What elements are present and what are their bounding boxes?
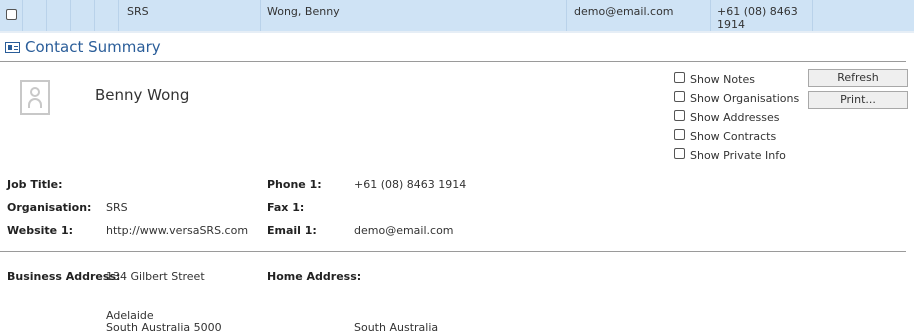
phone-cell: +61 (08) 8463 1914 — [711, 0, 813, 31]
grid-cell — [23, 0, 47, 31]
divider — [0, 61, 906, 62]
divider — [0, 251, 906, 252]
home-address-line3: South Australia — [354, 321, 439, 334]
business-address-line3: South Australia 5000 — [106, 321, 222, 334]
organisation-label: Organisation: — [7, 201, 92, 214]
website-label: Website 1: — [7, 224, 73, 237]
show-notes-label[interactable]: Show Notes — [690, 73, 755, 86]
contact-card-icon — [5, 42, 20, 53]
phone-value: +61 (08) 8463 1914 — [354, 178, 467, 191]
show-private-info-label[interactable]: Show Private Info — [690, 149, 786, 162]
contact-grid-row[interactable]: SRS Wong, Benny demo@email.com +61 (08) … — [0, 0, 914, 33]
email-label: Email 1: — [267, 224, 317, 237]
name-cell: Wong, Benny — [261, 0, 567, 31]
row-select-checkbox[interactable] — [6, 9, 17, 20]
website-value[interactable]: http://www.versaSRS.com — [106, 224, 248, 237]
grid-cell — [813, 0, 914, 31]
refresh-button[interactable]: Refresh — [808, 69, 908, 87]
show-contracts-checkbox[interactable] — [674, 129, 685, 140]
show-notes-checkbox[interactable] — [674, 72, 685, 83]
show-addresses-checkbox[interactable] — [674, 110, 685, 121]
grid-cell — [47, 0, 71, 31]
home-address-label: Home Address: — [267, 270, 362, 283]
email-text: demo@email.com — [574, 5, 674, 18]
avatar-body — [28, 98, 42, 108]
show-organisations-label[interactable]: Show Organisations — [690, 92, 799, 105]
company-text: SRS — [127, 5, 149, 18]
avatar-placeholder-icon — [20, 80, 50, 115]
print-button[interactable]: Print... — [808, 91, 908, 109]
row-select-cell — [0, 0, 23, 31]
phone-label: Phone 1: — [267, 178, 322, 191]
show-addresses-label[interactable]: Show Addresses — [690, 111, 779, 124]
organisation-value: SRS — [106, 201, 128, 214]
phone-text-line2: 1914 — [717, 18, 745, 31]
name-text: Wong, Benny — [267, 5, 340, 18]
business-address-label: Business Address: — [7, 270, 121, 283]
show-private-info-checkbox[interactable] — [674, 148, 685, 159]
email-cell: demo@email.com — [567, 0, 711, 31]
business-address-line1: 134 Gilbert Street — [106, 270, 205, 283]
section-title: Contact Summary — [25, 38, 161, 56]
grid-cell — [95, 0, 119, 31]
company-cell: SRS — [119, 0, 261, 31]
show-contracts-label[interactable]: Show Contracts — [690, 130, 776, 143]
grid-cell — [71, 0, 95, 31]
show-organisations-checkbox[interactable] — [674, 91, 685, 102]
email-value[interactable]: demo@email.com — [354, 224, 454, 237]
contact-full-name: Benny Wong — [95, 86, 190, 104]
job-title-label: Job Title: — [7, 178, 63, 191]
phone-text-line1: +61 (08) 8463 — [717, 5, 798, 18]
fax-label: Fax 1: — [267, 201, 305, 214]
avatar-head — [30, 87, 40, 97]
